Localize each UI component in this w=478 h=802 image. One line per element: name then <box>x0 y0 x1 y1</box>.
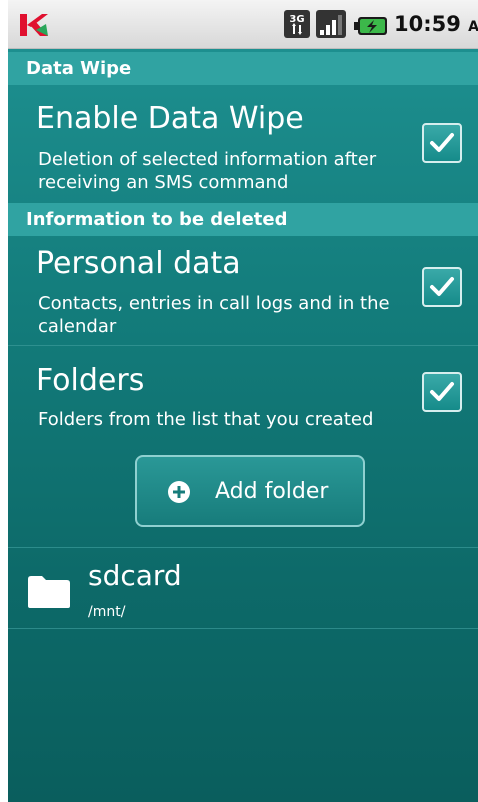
personal-data-title: Personal data <box>36 246 241 281</box>
folder-icon <box>28 576 70 608</box>
phone-screen: 3G 10:59 AM Data Wipe Enable Data Wipe D… <box>8 0 478 802</box>
folder-path: /mnt/ <box>88 604 126 620</box>
divider <box>8 628 478 629</box>
folders-checkbox[interactable] <box>422 372 462 412</box>
add-folder-label: Add folder <box>215 479 329 504</box>
3g-network-icon: 3G <box>284 10 310 38</box>
status-bar: 3G 10:59 AM <box>8 0 478 49</box>
checkmark-icon <box>430 277 454 296</box>
enable-data-wipe-title: Enable Data Wipe <box>36 101 304 136</box>
personal-data-description: Contacts, entries in call logs and in th… <box>38 293 390 337</box>
signal-strength-icon <box>316 10 346 38</box>
checkmark-icon <box>430 133 454 152</box>
plus-circle-icon <box>168 481 190 503</box>
settings-list: Data Wipe Enable Data Wipe Deletion of s… <box>8 49 478 802</box>
folders-description: Folders from the list that you created <box>38 409 374 430</box>
section-header-data-wipe: Data Wipe <box>8 52 478 85</box>
divider <box>8 345 478 346</box>
folders-title: Folders <box>36 363 145 398</box>
personal-data-checkbox[interactable] <box>422 267 462 307</box>
enable-data-wipe-checkbox[interactable] <box>422 123 462 163</box>
svg-text:3G: 3G <box>289 14 304 25</box>
add-folder-button[interactable]: Add folder <box>135 455 365 527</box>
kaspersky-logo-icon <box>20 14 48 36</box>
divider <box>8 547 478 548</box>
battery-charging-icon <box>354 17 387 35</box>
checkmark-icon <box>430 382 454 401</box>
section-header-info-to-delete: Information to be deleted <box>8 203 478 236</box>
status-clock: 10:59 AM <box>394 12 478 36</box>
enable-data-wipe-description: Deletion of selected information after r… <box>38 149 377 193</box>
folder-name: sdcard <box>88 559 182 592</box>
